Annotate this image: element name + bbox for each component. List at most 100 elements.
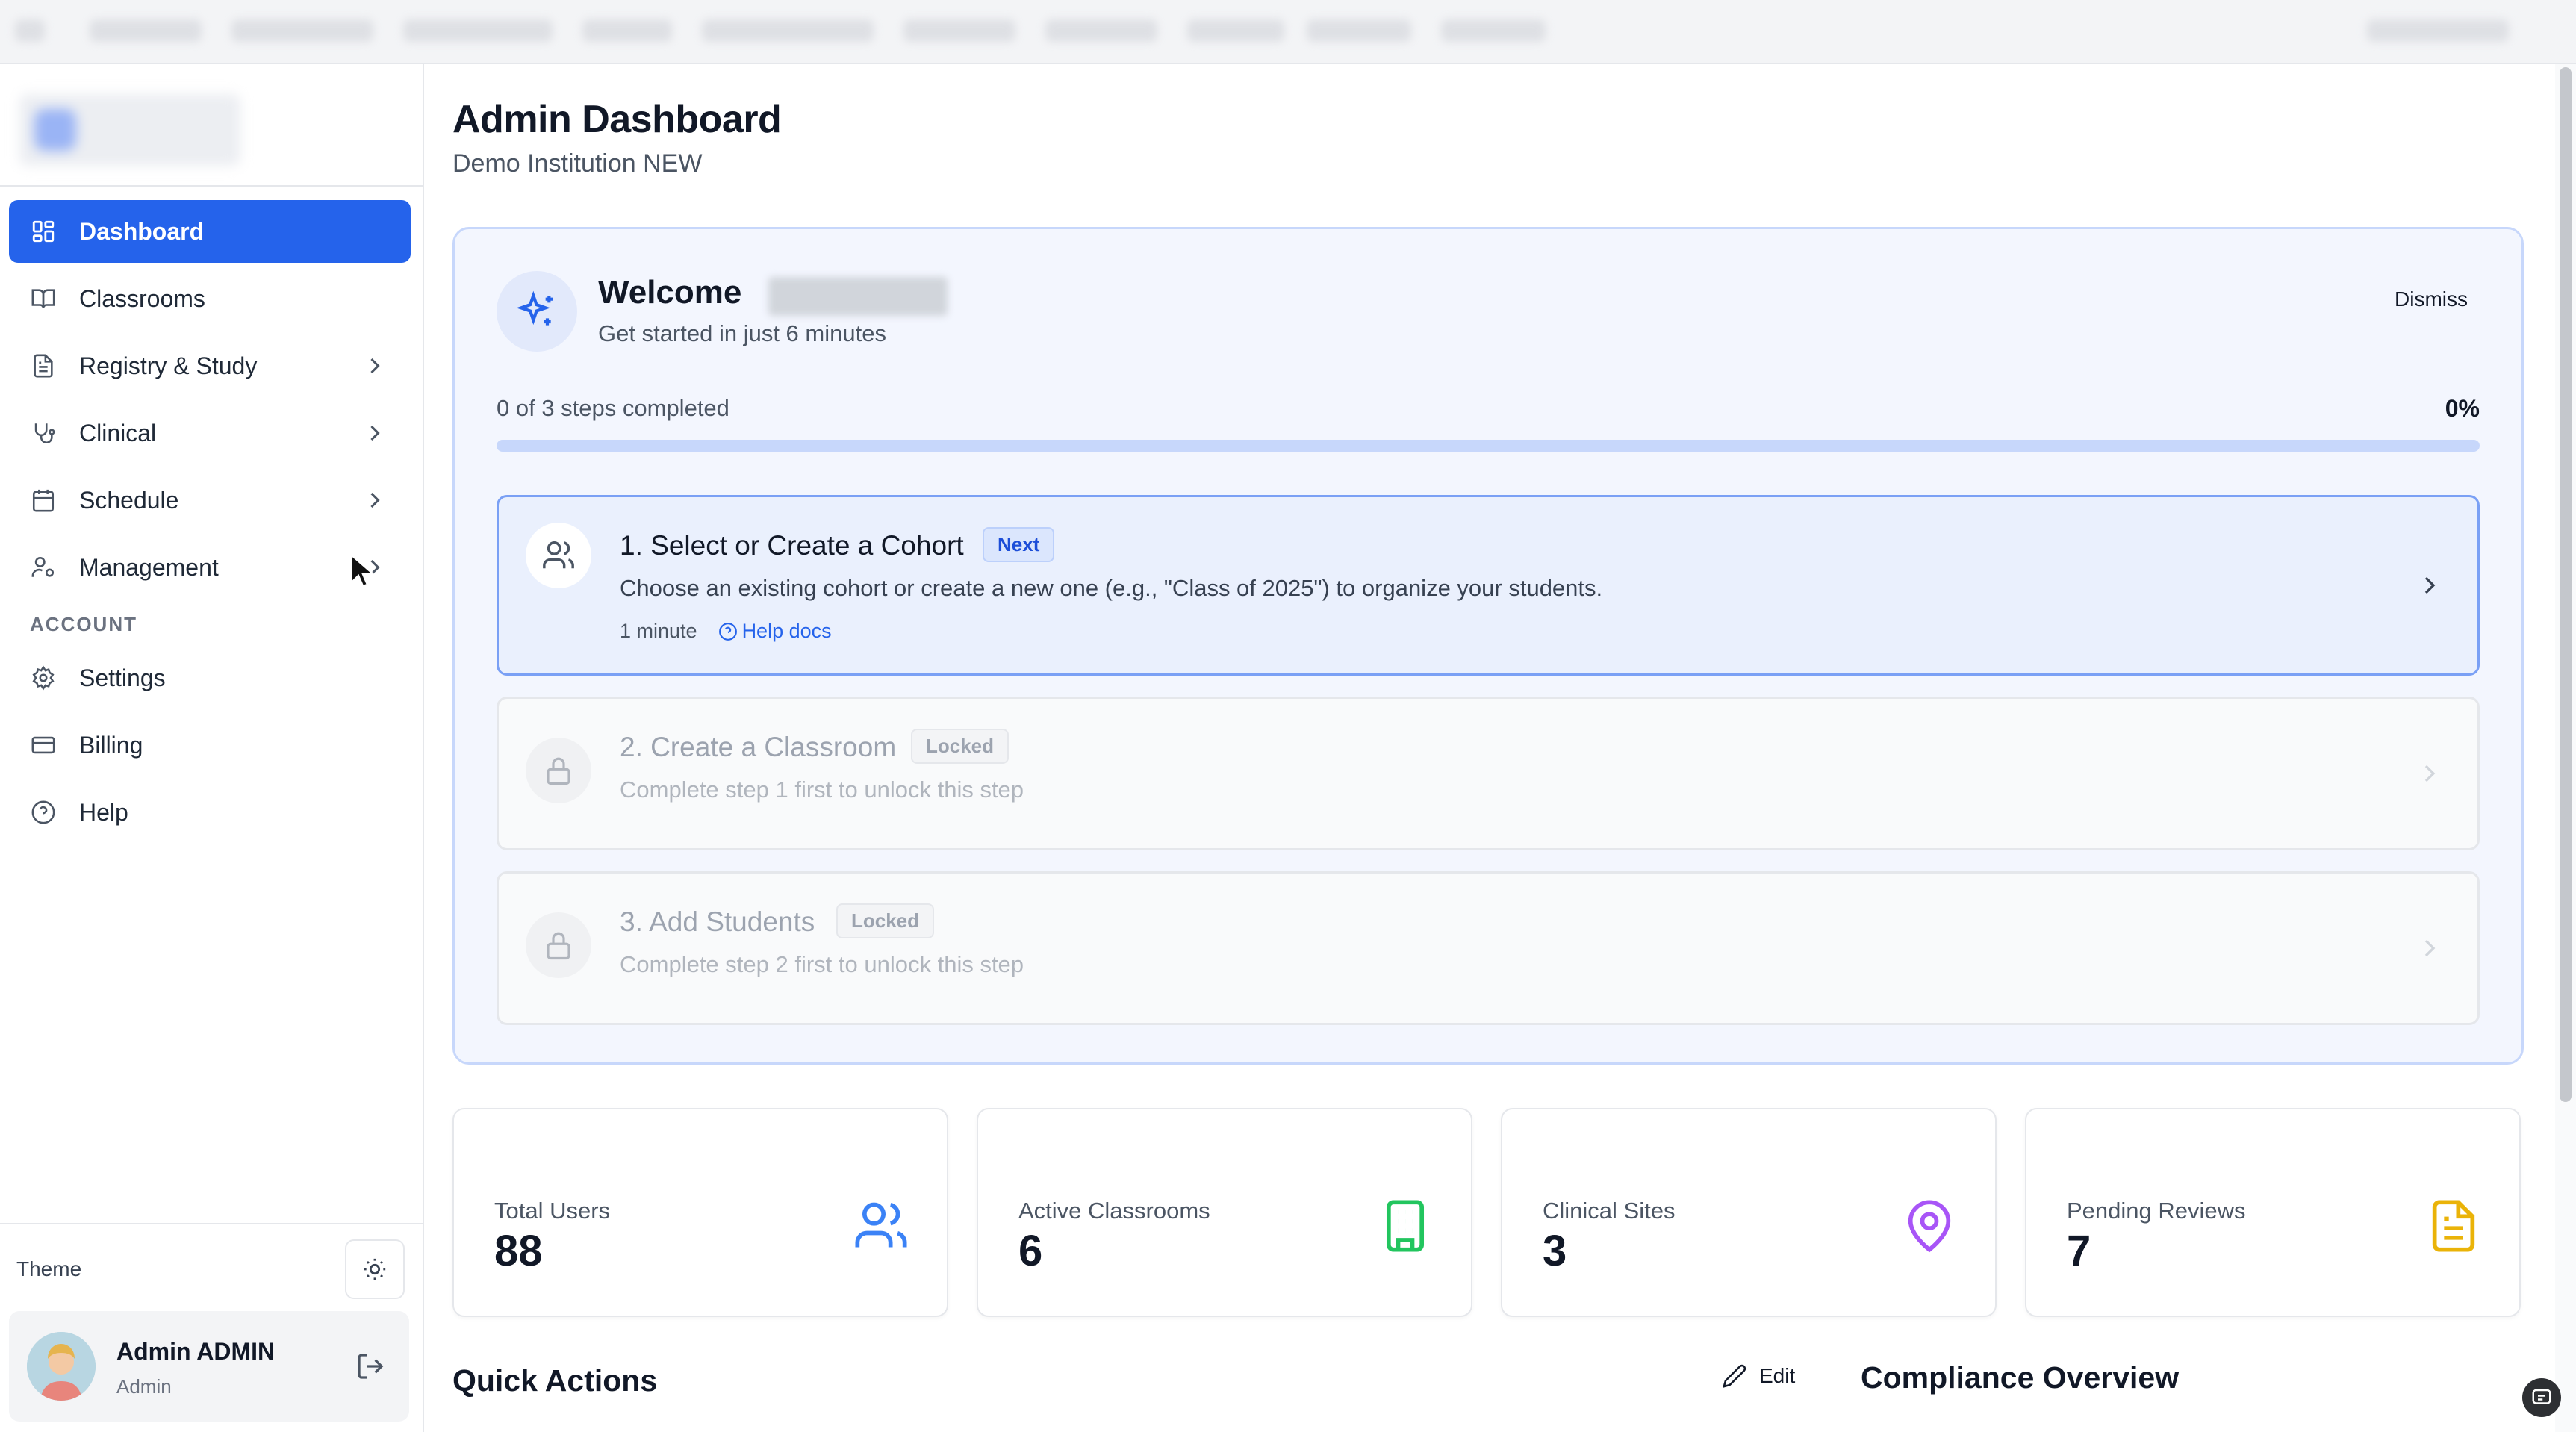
file-text-icon bbox=[2432, 1200, 2475, 1252]
app-logo[interactable] bbox=[19, 94, 240, 166]
chevron-right-icon bbox=[370, 492, 380, 508]
step-description: Choose an existing cohort or create a ne… bbox=[620, 575, 1603, 601]
theme-toggle-button[interactable] bbox=[345, 1239, 405, 1299]
sidebar-divider bbox=[0, 1223, 424, 1224]
step-badge-next: Next bbox=[983, 527, 1055, 562]
chat-icon bbox=[2532, 1389, 2551, 1404]
sidebar-item-label: Classrooms bbox=[79, 284, 205, 312]
stat-card-pending-reviews[interactable]: Pending Reviews 7 bbox=[2025, 1108, 2521, 1317]
edit-label: Edit bbox=[1759, 1364, 1796, 1387]
help-circle-icon bbox=[718, 622, 737, 641]
map-pin-icon bbox=[1908, 1200, 1951, 1253]
stat-value: 88 bbox=[494, 1227, 543, 1275]
sidebar-item-label: Schedule bbox=[79, 486, 179, 514]
main-content: Admin Dashboard Demo Institution NEW Wel… bbox=[426, 64, 2551, 1432]
lock-icon bbox=[526, 738, 591, 803]
dismiss-button[interactable]: Dismiss bbox=[2395, 287, 2468, 311]
document-icon bbox=[30, 352, 57, 379]
browser-top-bar bbox=[0, 0, 2576, 64]
sidebar-item-settings[interactable]: Settings bbox=[9, 647, 411, 709]
chevron-right-icon bbox=[2424, 576, 2436, 594]
chevron-right-icon bbox=[370, 425, 380, 441]
redacted-user-name bbox=[768, 277, 948, 316]
step-title: 3. Add Students bbox=[620, 906, 815, 937]
help-docs-link[interactable]: Help docs bbox=[718, 620, 832, 643]
gear-icon bbox=[30, 664, 57, 691]
sidebar-item-label: Management bbox=[79, 553, 219, 581]
stat-value: 3 bbox=[1543, 1227, 1567, 1275]
progress-bar bbox=[497, 440, 2480, 452]
stat-card-clinical-sites[interactable]: Clinical Sites 3 bbox=[1501, 1108, 1997, 1317]
stat-value: 6 bbox=[1018, 1227, 1043, 1275]
chevron-right-icon bbox=[2424, 939, 2436, 957]
stethoscope-icon bbox=[30, 420, 57, 446]
stat-label: Active Classrooms bbox=[1018, 1198, 1210, 1224]
sidebar-divider bbox=[0, 185, 424, 187]
chat-widget-button[interactable] bbox=[2522, 1378, 2561, 1417]
theme-label: Theme bbox=[16, 1257, 82, 1280]
step-title: 1. Select or Create a Cohort bbox=[620, 530, 964, 561]
sparkles-icon bbox=[497, 271, 577, 352]
page-scrollbar[interactable] bbox=[2555, 64, 2576, 1432]
stat-value: 7 bbox=[2067, 1227, 2091, 1275]
pencil-icon bbox=[1723, 1364, 1746, 1388]
sidebar: Dashboard Classrooms Registry & Study Cl… bbox=[0, 64, 424, 1432]
book-open-icon bbox=[30, 285, 57, 312]
step-select-cohort[interactable]: 1. Select or Create a Cohort Next Choose… bbox=[497, 495, 2480, 676]
sidebar-item-label: Settings bbox=[79, 664, 166, 691]
sidebar-item-schedule[interactable]: Schedule bbox=[9, 469, 411, 532]
step-meta: 1 minute Help docs bbox=[620, 620, 832, 643]
stat-label: Clinical Sites bbox=[1543, 1198, 1676, 1224]
help-docs-label: Help docs bbox=[741, 620, 832, 642]
sidebar-item-registry-study[interactable]: Registry & Study bbox=[9, 334, 411, 397]
sidebar-item-label: Clinical bbox=[79, 419, 157, 446]
sidebar-item-dashboard[interactable]: Dashboard bbox=[9, 200, 411, 263]
progress-percent: 0% bbox=[2445, 395, 2480, 422]
dashboard-grid-icon bbox=[30, 218, 57, 245]
calendar-icon bbox=[30, 487, 57, 514]
logout-icon[interactable] bbox=[355, 1351, 385, 1381]
edit-quick-actions-button[interactable]: Edit bbox=[1722, 1363, 1795, 1389]
sidebar-nav: Dashboard Classrooms Registry & Study Cl… bbox=[9, 200, 411, 848]
step-add-students: 3. Add Students Locked Complete step 2 f… bbox=[497, 871, 2480, 1025]
step-badge-locked: Locked bbox=[911, 729, 1009, 764]
step-description: Complete step 2 first to unlock this ste… bbox=[620, 951, 1024, 977]
mouse-cursor-icon bbox=[349, 552, 373, 588]
stat-label: Pending Reviews bbox=[2067, 1198, 2246, 1224]
page-title: Admin Dashboard bbox=[452, 98, 782, 141]
welcome-onboarding-card: Welcome Get started in just 6 minutes Di… bbox=[452, 227, 2524, 1065]
sun-icon bbox=[364, 1258, 386, 1280]
step-duration: 1 minute bbox=[620, 620, 697, 642]
sidebar-item-help[interactable]: Help bbox=[9, 781, 411, 844]
sidebar-item-label: Registry & Study bbox=[79, 352, 258, 379]
sidebar-item-classrooms[interactable]: Classrooms bbox=[9, 267, 411, 330]
quick-actions-title: Quick Actions bbox=[452, 1363, 658, 1398]
page-subtitle: Demo Institution NEW bbox=[452, 149, 703, 178]
sidebar-item-label: Help bbox=[79, 798, 128, 826]
users-icon bbox=[855, 1202, 907, 1248]
user-cog-icon bbox=[30, 554, 57, 581]
stat-card-active-classrooms[interactable]: Active Classrooms 6 bbox=[977, 1108, 1472, 1317]
account-section-label: ACCOUNT bbox=[30, 612, 137, 635]
lock-icon bbox=[526, 912, 591, 978]
welcome-title: Welcome bbox=[598, 274, 742, 311]
user-role: Admin bbox=[116, 1375, 172, 1398]
stat-card-total-users[interactable]: Total Users 88 bbox=[452, 1108, 948, 1317]
sidebar-item-clinical[interactable]: Clinical bbox=[9, 402, 411, 464]
user-name: Admin ADMIN bbox=[116, 1338, 276, 1365]
stat-label: Total Users bbox=[494, 1198, 611, 1224]
sidebar-item-billing[interactable]: Billing bbox=[9, 714, 411, 776]
scrollbar-thumb[interactable] bbox=[2560, 67, 2572, 1102]
user-profile-card[interactable]: Admin ADMIN Admin bbox=[9, 1311, 409, 1422]
theme-row: Theme bbox=[16, 1239, 405, 1299]
step-create-classroom: 2. Create a Classroom Locked Complete st… bbox=[497, 697, 2480, 850]
sidebar-item-label: Billing bbox=[79, 731, 143, 759]
progress-text: 0 of 3 steps completed bbox=[497, 395, 729, 421]
avatar bbox=[27, 1332, 96, 1401]
step-description: Complete step 1 first to unlock this ste… bbox=[620, 776, 1024, 803]
users-icon bbox=[526, 523, 591, 588]
credit-card-icon bbox=[30, 732, 57, 759]
help-circle-icon bbox=[30, 799, 57, 826]
welcome-subtitle: Get started in just 6 minutes bbox=[598, 320, 886, 346]
step-badge-locked: Locked bbox=[836, 903, 935, 938]
